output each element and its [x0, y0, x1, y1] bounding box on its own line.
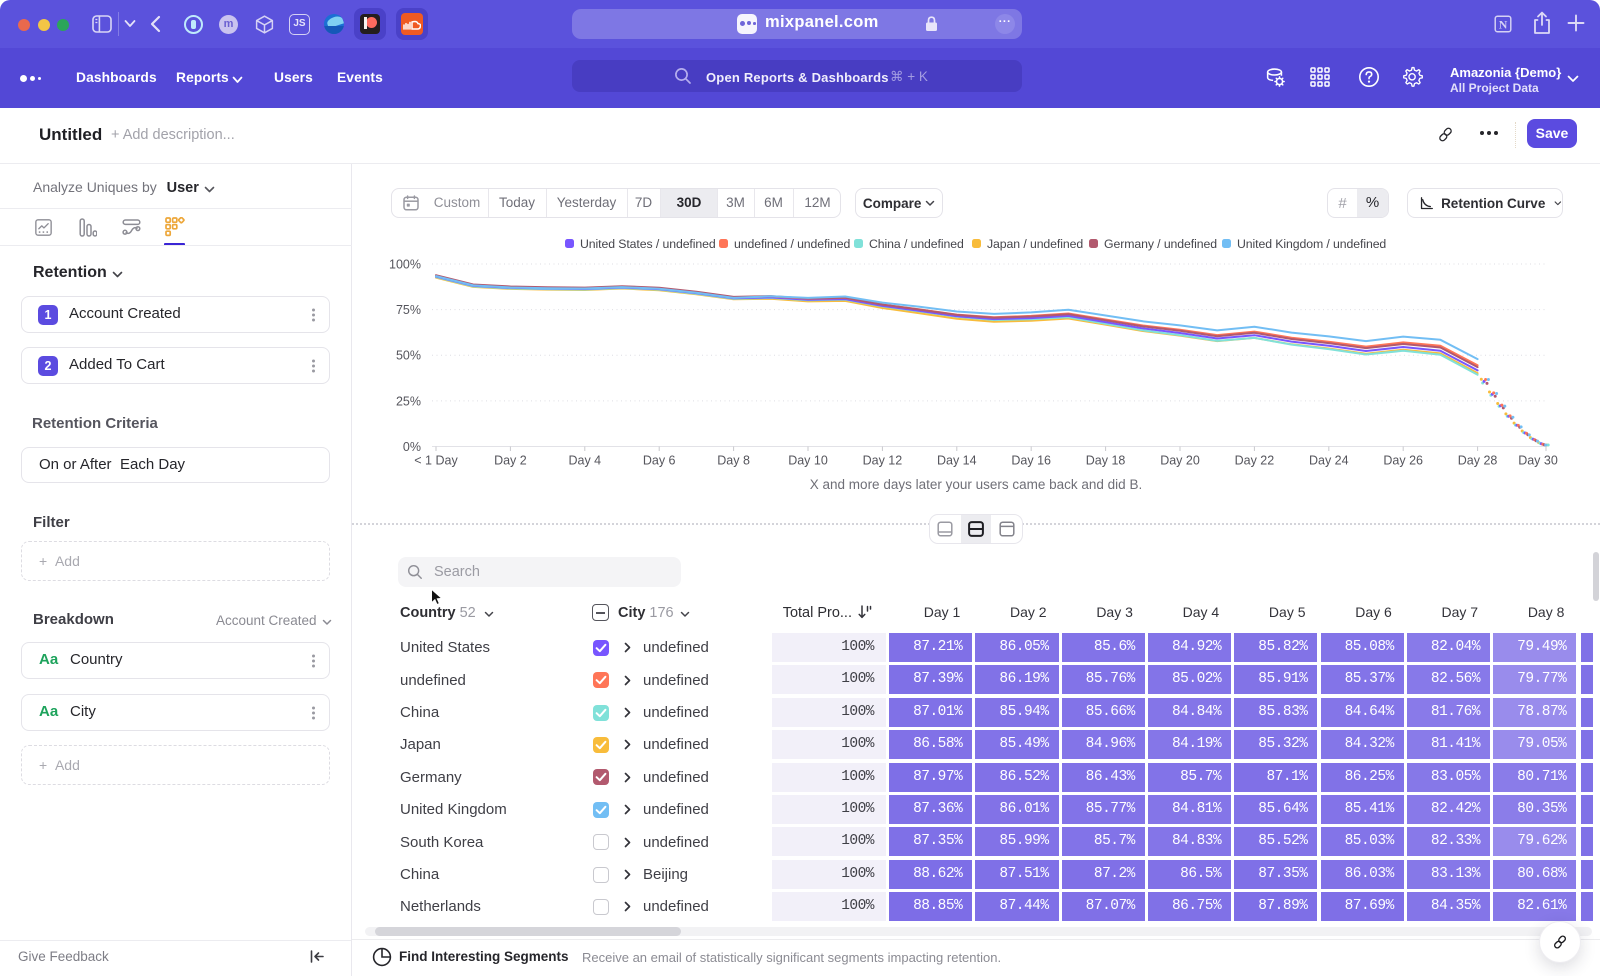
svg-text:Day 10: Day 10: [788, 454, 828, 468]
svg-text:Day 20: Day 20: [1160, 454, 1200, 468]
svg-text:100%: 100%: [389, 258, 421, 272]
svg-text:Day 22: Day 22: [1235, 454, 1275, 468]
svg-text:25%: 25%: [396, 394, 421, 408]
svg-text:Day 4: Day 4: [568, 454, 601, 468]
svg-text:Day 8: Day 8: [717, 454, 750, 468]
svg-text:0%: 0%: [403, 440, 421, 454]
svg-text:Day 26: Day 26: [1383, 454, 1423, 468]
svg-text:Day 2: Day 2: [494, 454, 527, 468]
svg-text:Day 6: Day 6: [643, 454, 676, 468]
svg-text:Day 28: Day 28: [1458, 454, 1498, 468]
svg-text:Day 12: Day 12: [863, 454, 903, 468]
svg-text:50%: 50%: [396, 349, 421, 363]
svg-text:Day 30: Day 30: [1518, 454, 1558, 468]
svg-text:< 1 Day: < 1 Day: [414, 454, 458, 468]
svg-text:N: N: [1499, 18, 1508, 32]
svg-text:Day 16: Day 16: [1011, 454, 1051, 468]
svg-text:75%: 75%: [396, 303, 421, 317]
svg-text:Day 14: Day 14: [937, 454, 977, 468]
svg-text:Day 18: Day 18: [1086, 454, 1126, 468]
svg-text:Day 24: Day 24: [1309, 454, 1349, 468]
